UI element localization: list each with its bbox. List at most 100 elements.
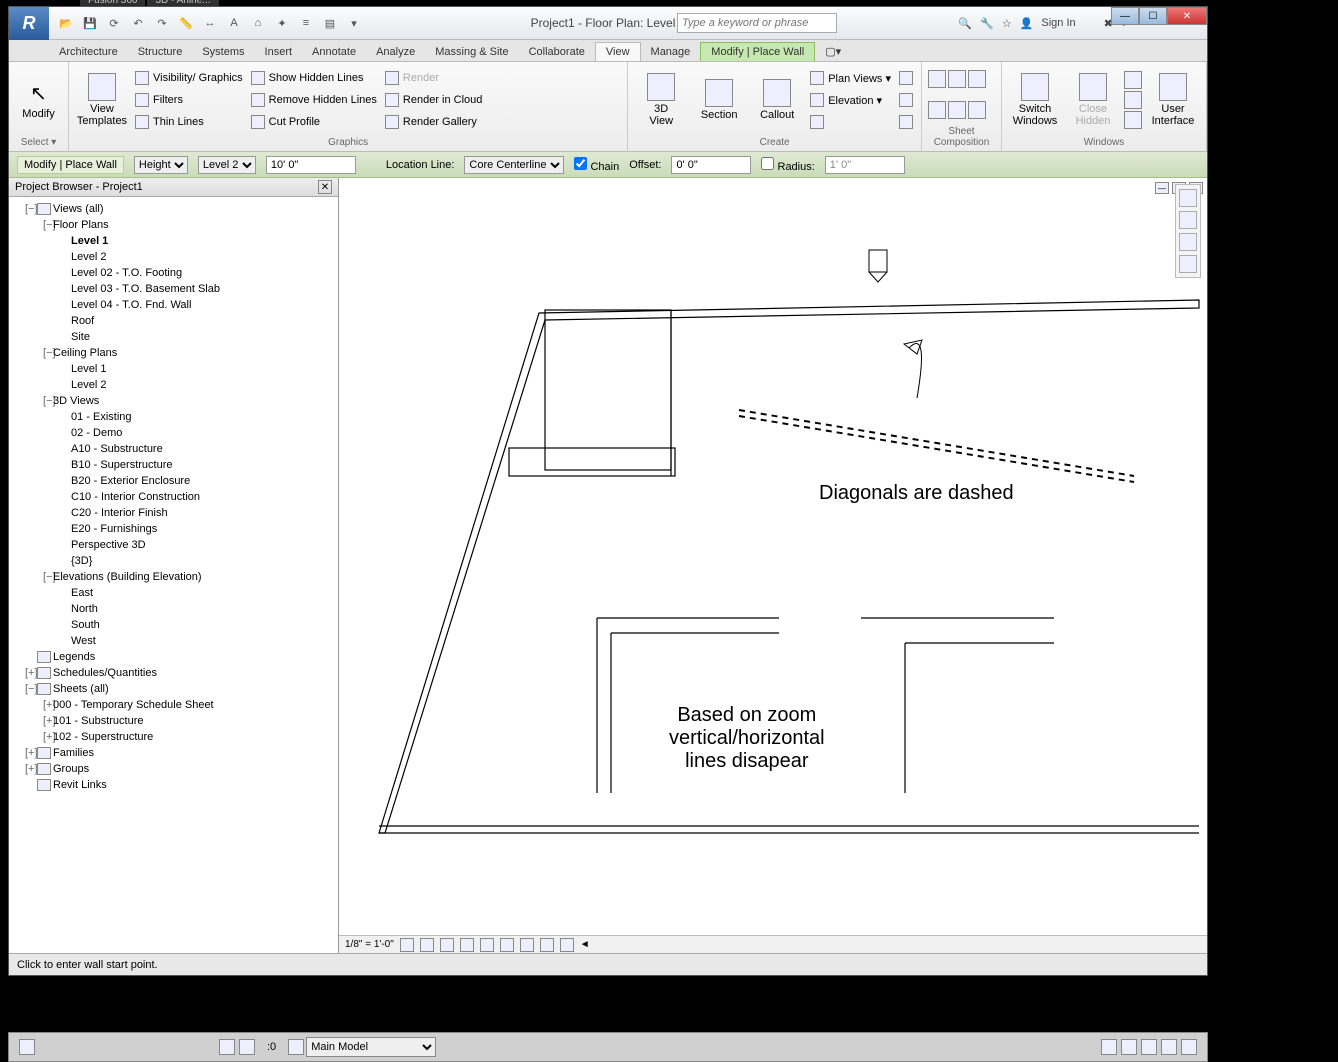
full-nav-icon[interactable]	[1179, 211, 1197, 229]
section-icon[interactable]: ✦	[273, 14, 291, 32]
switch-windows-button[interactable]: Switch Windows	[1008, 67, 1062, 133]
render-gallery-button[interactable]: Render Gallery	[383, 112, 485, 132]
switch-icon[interactable]: ▾	[345, 14, 363, 32]
crop-icon[interactable]	[480, 938, 494, 952]
tree-node[interactable]: {3D}	[11, 553, 336, 569]
tab-insert[interactable]: Insert	[255, 43, 303, 61]
tree-node[interactable]: Level 02 - T.O. Footing	[11, 265, 336, 281]
redo-icon[interactable]: ↷	[153, 14, 171, 32]
schedule-button[interactable]	[897, 112, 915, 132]
crop-show-icon[interactable]	[500, 938, 514, 952]
section-button[interactable]: Section	[692, 67, 746, 133]
measure-icon[interactable]: 📏	[177, 14, 195, 32]
tree-node[interactable]: [+]Groups	[11, 761, 336, 777]
save-icon[interactable]: 💾	[81, 14, 99, 32]
tree-node[interactable]: Level 1	[11, 233, 336, 249]
tree-node[interactable]: Level 03 - T.O. Basement Slab	[11, 281, 336, 297]
legend-button[interactable]	[897, 90, 915, 110]
tree-node[interactable]: C20 - Interior Finish	[11, 505, 336, 521]
tree-node[interactable]: Legends	[11, 649, 336, 665]
drawing-canvas[interactable]: — ☐ ✕	[339, 178, 1207, 953]
user-interface-button[interactable]: User Interface	[1146, 67, 1200, 133]
tree-node[interactable]: Level 2	[11, 377, 336, 393]
tree-node[interactable]: [−]Elevations (Building Elevation)	[11, 569, 336, 585]
hide-icon[interactable]	[540, 938, 554, 952]
tree-node[interactable]: [+]Families	[11, 745, 336, 761]
tree-node[interactable]: Level 04 - T.O. Fnd. Wall	[11, 297, 336, 313]
chain-checkbox[interactable]: Chain	[574, 157, 619, 173]
drag-icon[interactable]	[1141, 1039, 1157, 1055]
minimize-button[interactable]: —	[1111, 7, 1139, 25]
pin-icon[interactable]	[1181, 1039, 1197, 1055]
reveal-icon[interactable]	[560, 938, 574, 952]
tree-node[interactable]: [+]102 - Superstructure	[11, 729, 336, 745]
sync-icon[interactable]: ⟳	[105, 14, 123, 32]
key-icon[interactable]: 🔧	[980, 17, 994, 30]
tab-context-modify[interactable]: Modify | Place Wall	[700, 42, 815, 61]
thin-lines-button[interactable]: Thin Lines	[133, 112, 245, 132]
tree-node[interactable]: Site	[11, 329, 336, 345]
fav-icon[interactable]: ☆	[1002, 17, 1012, 30]
tree-node[interactable]: C10 - Interior Construction	[11, 489, 336, 505]
tree-node[interactable]: B10 - Superstructure	[11, 457, 336, 473]
guide-icon[interactable]	[948, 101, 966, 119]
workset-select[interactable]: Main Model	[306, 1037, 436, 1057]
undo-icon[interactable]: ↶	[129, 14, 147, 32]
steering-icon[interactable]	[1179, 255, 1197, 273]
tree-node[interactable]: [−]3D Views	[11, 393, 336, 409]
design-icon[interactable]	[288, 1039, 304, 1055]
tab-massing[interactable]: Massing & Site	[425, 43, 518, 61]
thin-icon[interactable]: ≡	[297, 14, 315, 32]
tree-node[interactable]: South	[11, 617, 336, 633]
comm-icon[interactable]: 🔍	[958, 17, 972, 30]
rev-icon[interactable]	[928, 101, 946, 119]
tree-node[interactable]: North	[11, 601, 336, 617]
browser-tree[interactable]: [−]Views (all)[−]Floor PlansLevel 1Level…	[9, 197, 338, 953]
cascade-icon[interactable]	[1124, 91, 1142, 109]
tree-node[interactable]: [−]Sheets (all)	[11, 681, 336, 697]
plan-views-button[interactable]: Plan Views ▾	[808, 68, 893, 88]
dup-view-button[interactable]	[897, 68, 915, 88]
link-icon[interactable]	[1161, 1039, 1177, 1055]
editable-icon[interactable]	[219, 1039, 235, 1055]
user-icon[interactable]: 👤	[1020, 17, 1034, 30]
tab-structure[interactable]: Structure	[128, 43, 193, 61]
tree-node[interactable]: [−]Views (all)	[11, 201, 336, 217]
tree-node[interactable]: 01 - Existing	[11, 409, 336, 425]
cut-profile-button[interactable]: Cut Profile	[249, 112, 379, 132]
elevation-button[interactable]: Elevation ▾	[808, 90, 893, 110]
lock-icon[interactable]	[520, 938, 534, 952]
app-menu-icon[interactable]: R	[9, 7, 49, 40]
tree-node[interactable]: [+]000 - Temporary Schedule Sheet	[11, 697, 336, 713]
location-select[interactable]: Core Centerline	[464, 156, 564, 174]
tree-node[interactable]: E20 - Furnishings	[11, 521, 336, 537]
match-icon[interactable]	[968, 101, 986, 119]
scale-label[interactable]: 1/8" = 1'-0"	[345, 939, 394, 950]
tab-systems[interactable]: Systems	[192, 43, 254, 61]
shadow-icon[interactable]	[460, 938, 474, 952]
close-icon[interactable]: ▤	[321, 14, 339, 32]
browser-close-button[interactable]: ✕	[318, 180, 332, 194]
tab-play-icon[interactable]: ▢▾	[815, 42, 851, 61]
tree-node[interactable]: Level 2	[11, 249, 336, 265]
tree-node[interactable]: [−]Floor Plans	[11, 217, 336, 233]
show-hidden-button[interactable]: Show Hidden Lines	[249, 68, 379, 88]
visibility-button[interactable]: Visibility/ Graphics	[133, 68, 245, 88]
3d-view-button[interactable]: 3D View	[634, 67, 688, 133]
text-icon[interactable]: A	[225, 14, 243, 32]
maximize-button[interactable]: ☐	[1139, 7, 1167, 25]
tree-node[interactable]: 02 - Demo	[11, 425, 336, 441]
dim-icon[interactable]: ↔	[201, 14, 219, 32]
tree-node[interactable]: Revit Links	[11, 777, 336, 793]
bar-chevron[interactable]: ◄	[580, 939, 590, 950]
tab-manage[interactable]: Manage	[641, 43, 701, 61]
sheet-icon[interactable]	[928, 70, 946, 88]
sun-icon[interactable]	[440, 938, 454, 952]
callout-button[interactable]: Callout	[750, 67, 804, 133]
drafting-button[interactable]	[808, 112, 893, 132]
doc-min-button[interactable]: —	[1155, 182, 1169, 194]
radius-input[interactable]	[825, 156, 905, 174]
tab-analyze[interactable]: Analyze	[366, 43, 425, 61]
tree-node[interactable]: Roof	[11, 313, 336, 329]
tree-node[interactable]: [+]Schedules/Quantities	[11, 665, 336, 681]
